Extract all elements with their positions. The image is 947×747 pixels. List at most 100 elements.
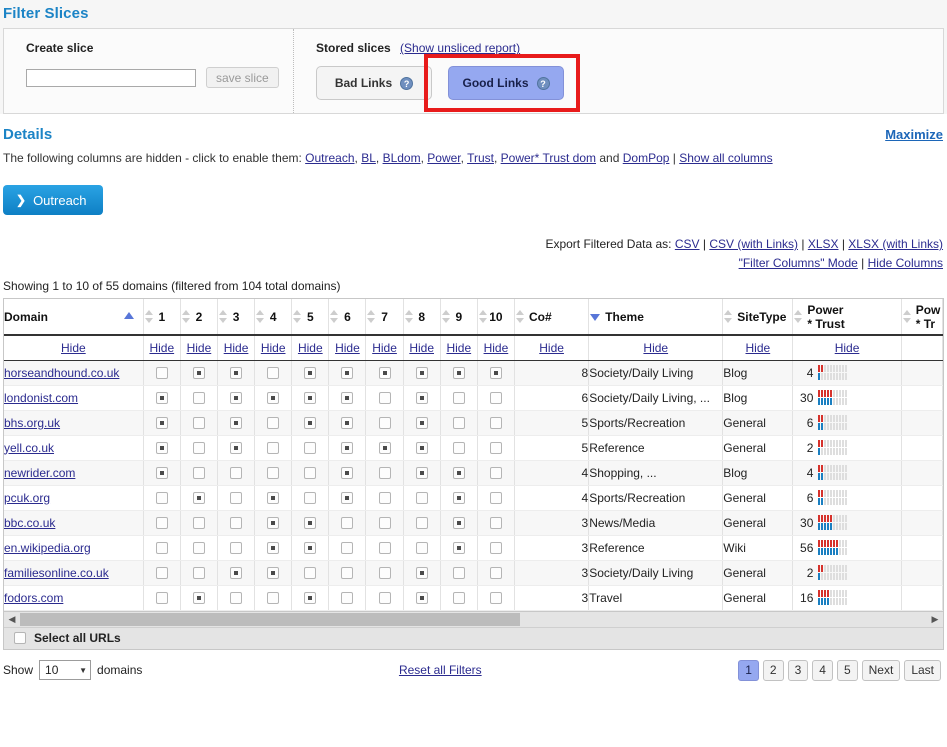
row-checkbox[interactable] xyxy=(230,517,243,530)
sort-both-icon[interactable] xyxy=(144,310,154,323)
save-slice-button[interactable]: save slice xyxy=(206,67,279,88)
row-checkbox[interactable] xyxy=(452,517,465,530)
th-4[interactable]: 4 xyxy=(254,299,293,336)
checkbox-cell[interactable] xyxy=(365,485,404,511)
row-checkbox[interactable] xyxy=(304,492,317,505)
domain-link[interactable]: londonist.com xyxy=(4,391,78,405)
checkbox-cell[interactable] xyxy=(291,560,330,586)
row-checkbox[interactable] xyxy=(452,542,465,555)
page-button-5[interactable]: 5 xyxy=(836,659,858,681)
checkbox-cell[interactable] xyxy=(254,510,293,536)
checkbox-cell[interactable] xyxy=(440,535,478,561)
checkbox-cell[interactable] xyxy=(477,585,515,611)
hide-link-domain[interactable]: Hide xyxy=(61,341,86,355)
checkbox-cell[interactable] xyxy=(143,510,181,536)
sort-both-icon[interactable] xyxy=(181,310,191,323)
th-theme[interactable]: Theme xyxy=(588,299,724,336)
sort-both-icon[interactable] xyxy=(367,310,376,323)
row-checkbox[interactable] xyxy=(304,592,317,605)
row-checkbox[interactable] xyxy=(155,417,168,430)
checkbox-cell[interactable] xyxy=(477,510,515,536)
row-checkbox[interactable] xyxy=(415,417,428,430)
checkbox-cell[interactable] xyxy=(328,460,367,486)
row-checkbox[interactable] xyxy=(304,467,317,480)
row-checkbox[interactable] xyxy=(415,542,428,555)
checkbox-cell[interactable] xyxy=(403,585,441,611)
row-checkbox[interactable] xyxy=(155,517,168,530)
row-checkbox[interactable] xyxy=(304,442,317,455)
checkbox-cell[interactable] xyxy=(328,410,367,436)
row-checkbox[interactable] xyxy=(489,442,502,455)
checkbox-cell[interactable] xyxy=(477,560,515,586)
page-button-3[interactable]: 3 xyxy=(787,659,809,681)
row-checkbox[interactable] xyxy=(489,567,502,580)
hide-link-co[interactable]: Hide xyxy=(539,341,564,355)
checkbox-cell[interactable] xyxy=(180,385,218,411)
hide-link-8[interactable]: Hide xyxy=(409,341,434,355)
export-xlsx-link[interactable]: XLSX xyxy=(808,237,839,251)
horizontal-scrollbar[interactable]: ◀ ▶ xyxy=(4,610,943,627)
checkbox-cell[interactable] xyxy=(365,460,404,486)
checkbox-cell[interactable] xyxy=(254,385,293,411)
checkbox-cell[interactable] xyxy=(440,510,478,536)
checkbox-cell[interactable] xyxy=(328,510,367,536)
row-checkbox[interactable] xyxy=(452,442,465,455)
checkbox-cell[interactable] xyxy=(403,410,441,436)
row-checkbox[interactable] xyxy=(155,392,168,405)
hidden-col-trust[interactable]: Trust xyxy=(467,151,494,165)
checkbox-cell[interactable] xyxy=(403,435,441,461)
checkbox-cell[interactable] xyxy=(440,585,478,611)
export-csv-link[interactable]: CSV xyxy=(675,237,700,251)
checkbox-cell[interactable] xyxy=(180,535,218,561)
row-checkbox[interactable] xyxy=(230,592,243,605)
hide-link-sitetype[interactable]: Hide xyxy=(746,341,771,355)
checkbox-cell[interactable] xyxy=(254,410,293,436)
checkbox-cell[interactable] xyxy=(477,410,515,436)
row-checkbox[interactable] xyxy=(192,592,205,605)
row-checkbox[interactable] xyxy=(415,442,428,455)
checkbox-cell[interactable] xyxy=(477,435,515,461)
row-checkbox[interactable] xyxy=(267,367,280,380)
checkbox-cell[interactable] xyxy=(291,360,330,386)
row-checkbox[interactable] xyxy=(378,467,391,480)
row-checkbox[interactable] xyxy=(489,492,502,505)
row-checkbox[interactable] xyxy=(489,542,502,555)
sort-both-icon[interactable] xyxy=(794,310,803,323)
domain-link[interactable]: horseandhound.co.uk xyxy=(4,366,119,380)
row-checkbox[interactable] xyxy=(452,367,465,380)
sort-both-icon[interactable] xyxy=(256,310,265,323)
checkbox-cell[interactable] xyxy=(143,585,181,611)
maximize-link[interactable]: Maximize xyxy=(885,127,943,142)
row-checkbox[interactable] xyxy=(230,367,243,380)
row-checkbox[interactable] xyxy=(341,417,354,430)
row-checkbox[interactable] xyxy=(155,492,168,505)
row-checkbox[interactable] xyxy=(230,567,243,580)
sort-desc-icon[interactable] xyxy=(590,314,601,321)
domain-link[interactable]: newrider.com xyxy=(4,466,75,480)
sort-both-icon[interactable] xyxy=(330,310,339,323)
checkbox-cell[interactable] xyxy=(217,585,256,611)
row-checkbox[interactable] xyxy=(378,542,391,555)
checkbox-cell[interactable] xyxy=(143,435,181,461)
row-checkbox[interactable] xyxy=(378,392,391,405)
row-checkbox[interactable] xyxy=(341,442,354,455)
sort-asc-icon[interactable] xyxy=(124,312,134,319)
th-7[interactable]: 7 xyxy=(365,299,404,336)
th-3[interactable]: 3 xyxy=(217,299,256,336)
row-checkbox[interactable] xyxy=(267,392,280,405)
row-checkbox[interactable] xyxy=(155,592,168,605)
sort-both-icon[interactable] xyxy=(404,310,414,323)
checkbox-cell[interactable] xyxy=(477,460,515,486)
checkbox-cell[interactable] xyxy=(328,585,367,611)
help-icon[interactable]: ? xyxy=(536,76,550,90)
reset-all-filters-link[interactable]: Reset all Filters xyxy=(399,663,482,677)
th-2[interactable]: 2 xyxy=(180,299,218,336)
page-button-2[interactable]: 2 xyxy=(762,659,784,681)
hide-link-6[interactable]: Hide xyxy=(335,341,360,355)
scrollbar-thumb[interactable] xyxy=(20,612,520,626)
row-checkbox[interactable] xyxy=(415,492,428,505)
checkbox-cell[interactable] xyxy=(217,535,256,561)
row-checkbox[interactable] xyxy=(378,517,391,530)
checkbox-cell[interactable] xyxy=(440,485,478,511)
last-page-button[interactable]: Last xyxy=(904,659,941,681)
